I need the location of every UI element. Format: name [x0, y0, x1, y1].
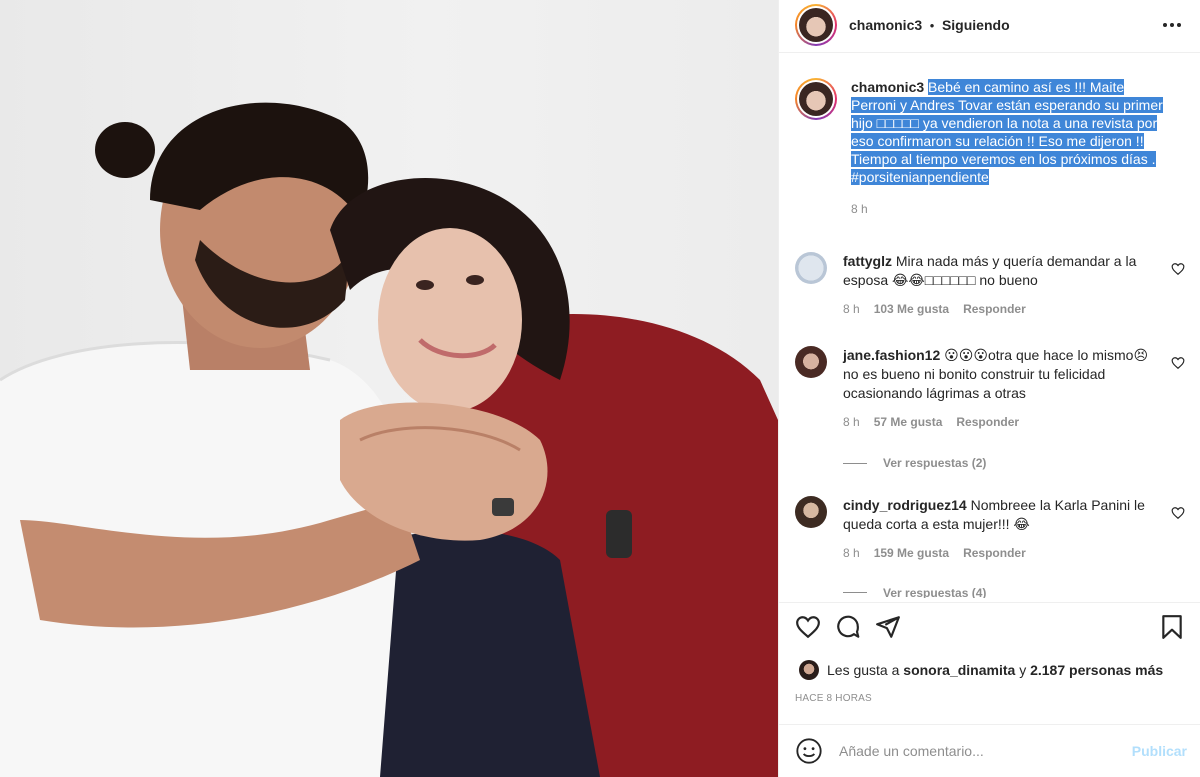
post-timestamp[interactable]: HACE 8 HORAS: [795, 693, 872, 704]
comment-icon[interactable]: [835, 614, 861, 640]
author-avatar[interactable]: [795, 4, 837, 46]
caption-hashtag[interactable]: #porsitenianpendiente: [851, 169, 989, 185]
heart-icon[interactable]: [1171, 506, 1185, 520]
post-actions: [795, 614, 1185, 644]
likes-connector: y: [1019, 662, 1027, 678]
add-comment-bar: Añade un comentario... Publicar: [779, 724, 1200, 777]
author-username[interactable]: chamonic3: [849, 17, 922, 33]
comment-username[interactable]: jane.fashion12: [843, 347, 940, 363]
heart-icon[interactable]: [795, 614, 821, 640]
post-caption: chamonic3 Bebé en camino así es !!! Mait…: [795, 78, 1185, 218]
heart-icon[interactable]: [1171, 356, 1185, 370]
commenter-avatar[interactable]: [795, 252, 827, 284]
follow-status-button[interactable]: Siguiendo: [942, 17, 1010, 33]
header-separator: •: [929, 18, 935, 33]
comment-item: fattyglz Mira nada más y quería demandar…: [795, 252, 1185, 319]
view-replies-button[interactable]: Ver respuestas (4): [843, 586, 986, 598]
post-header: chamonic3 • Siguiendo: [795, 4, 1185, 46]
couple-photo-illustration: [0, 102, 778, 777]
commenter-avatar[interactable]: [795, 346, 827, 378]
actions-divider: [779, 602, 1200, 603]
replies-line: [843, 462, 867, 464]
comment-likes[interactable]: 159 Me gusta: [874, 544, 949, 563]
comment-item: cindy_rodriguez14 Nombreee la Karla Pani…: [795, 496, 1185, 563]
likes-prefix: Les gusta a: [827, 662, 900, 678]
instagram-post-modal: chamonic3 • Siguiendo chamonic3 Bebé en …: [0, 0, 1200, 777]
reply-button[interactable]: Responder: [963, 300, 1026, 319]
commenter-avatar[interactable]: [795, 496, 827, 528]
comment-username[interactable]: cindy_rodriguez14: [843, 497, 967, 513]
view-replies-label[interactable]: Ver respuestas (4): [883, 586, 986, 598]
heart-icon[interactable]: [1171, 262, 1185, 276]
share-icon[interactable]: [875, 614, 901, 640]
comment-item: jane.fashion12 😮😮😮otra que hace lo mismo…: [795, 346, 1185, 432]
reply-button[interactable]: Responder: [963, 544, 1026, 563]
liker-avatar[interactable]: [799, 660, 819, 680]
caption-username[interactable]: chamonic3: [851, 79, 924, 95]
caption-author-avatar[interactable]: [795, 78, 837, 120]
emoji-icon[interactable]: [795, 737, 823, 765]
post-photo[interactable]: [0, 0, 778, 777]
bookmark-icon[interactable]: [1159, 614, 1185, 640]
comment-input[interactable]: Añade un comentario...: [839, 743, 1132, 759]
reply-button[interactable]: Responder: [956, 413, 1019, 432]
caption-time[interactable]: 8 h: [851, 200, 1171, 218]
publish-button[interactable]: Publicar: [1132, 743, 1187, 759]
comment-username[interactable]: fattyglz: [843, 253, 892, 269]
more-options-icon[interactable]: [1159, 12, 1185, 38]
comment-time[interactable]: 8 h: [843, 300, 860, 319]
likes-summary: Les gusta a sonora_dinamita y 2.187 pers…: [799, 660, 1163, 680]
likes-others-link[interactable]: 2.187 personas más: [1030, 662, 1163, 678]
post-sidebar: chamonic3 • Siguiendo chamonic3 Bebé en …: [778, 0, 1200, 777]
comment-likes[interactable]: 57 Me gusta: [874, 413, 943, 432]
liker-username[interactable]: sonora_dinamita: [903, 662, 1015, 678]
comment-time[interactable]: 8 h: [843, 544, 860, 563]
comment-likes[interactable]: 103 Me gusta: [874, 300, 949, 319]
view-replies-label[interactable]: Ver respuestas (2): [883, 456, 986, 470]
header-divider: [779, 52, 1200, 53]
view-replies-button[interactable]: Ver respuestas (2): [843, 456, 986, 470]
replies-line: [843, 592, 867, 593]
comment-time[interactable]: 8 h: [843, 413, 860, 432]
